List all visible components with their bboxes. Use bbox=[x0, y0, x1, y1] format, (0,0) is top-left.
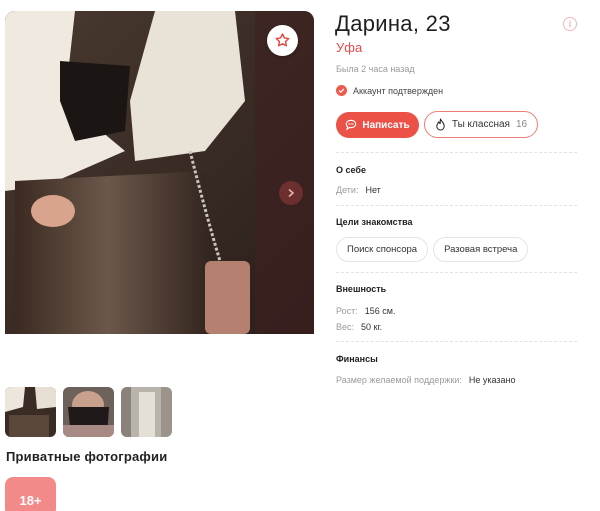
children-row: Дети: Нет bbox=[336, 185, 381, 195]
info-icon[interactable]: i bbox=[563, 17, 577, 31]
goals-tags: Поиск спонсора Разовая встреча bbox=[336, 237, 529, 262]
children-key: Дети: bbox=[336, 185, 359, 195]
about-section-title: О себе bbox=[336, 165, 366, 175]
support-key: Размер желаемой поддержки: bbox=[336, 375, 462, 385]
verified-label: Аккаунт подтвержден bbox=[353, 85, 444, 96]
photo-thumbnails bbox=[5, 387, 172, 437]
compliment-count: 16 bbox=[515, 119, 528, 130]
divider bbox=[336, 205, 577, 206]
photo-thumbnail[interactable] bbox=[121, 387, 172, 437]
divider bbox=[336, 272, 577, 273]
profile-city: Уфа bbox=[336, 40, 363, 55]
children-value: Нет bbox=[365, 185, 381, 195]
height-value: 156 см. bbox=[364, 306, 396, 316]
next-photo-button[interactable] bbox=[279, 181, 303, 205]
check-icon bbox=[336, 85, 347, 96]
divider bbox=[336, 341, 577, 342]
goals-section-title: Цели знакомства bbox=[336, 217, 413, 227]
verified-status: Аккаунт подтвержден bbox=[336, 85, 443, 96]
support-value: Не указано bbox=[468, 375, 516, 385]
weight-key: Вес: bbox=[336, 322, 355, 332]
weight-value: 50 кг. bbox=[361, 322, 383, 332]
goal-tag-one-time[interactable]: Разовая встреча bbox=[433, 237, 529, 262]
main-photo[interactable] bbox=[5, 11, 314, 334]
weight-row: Вес: 50 кг. bbox=[336, 322, 382, 332]
chevron-right-icon bbox=[288, 188, 295, 198]
thumbnail-image bbox=[5, 387, 56, 437]
adult-content-badge[interactable]: 18+ bbox=[5, 477, 56, 511]
thumbnail-image bbox=[63, 387, 114, 437]
flame-icon bbox=[436, 118, 445, 131]
appearance-section-title: Внешность bbox=[336, 284, 387, 294]
photo-thumbnail[interactable] bbox=[63, 387, 114, 437]
compliment-label: Ты классная bbox=[451, 119, 510, 130]
write-message-button[interactable]: Написать bbox=[336, 112, 419, 138]
photo-thumbnail[interactable] bbox=[5, 387, 56, 437]
star-icon bbox=[275, 33, 290, 47]
thumbnail-image bbox=[121, 387, 172, 437]
main-photo-image bbox=[5, 11, 314, 334]
divider bbox=[336, 152, 577, 153]
last-seen-status: Была 2 часа назад bbox=[336, 64, 415, 74]
compliment-button[interactable]: Ты классная 16 bbox=[424, 111, 538, 138]
finances-section-title: Финансы bbox=[336, 354, 378, 364]
height-key: Рост: bbox=[336, 306, 358, 316]
support-row: Размер желаемой поддержки: Не указано bbox=[336, 375, 515, 385]
favorite-button[interactable] bbox=[267, 25, 298, 56]
height-row: Рост: 156 см. bbox=[336, 306, 395, 316]
profile-name-age: Дарина, 23 bbox=[335, 11, 451, 36]
goal-tag-sponsor[interactable]: Поиск спонсора bbox=[336, 237, 429, 262]
private-photos-title: Приватные фотографии bbox=[6, 449, 168, 464]
chat-bubble-icon bbox=[346, 119, 357, 131]
write-message-label: Написать bbox=[362, 119, 410, 131]
